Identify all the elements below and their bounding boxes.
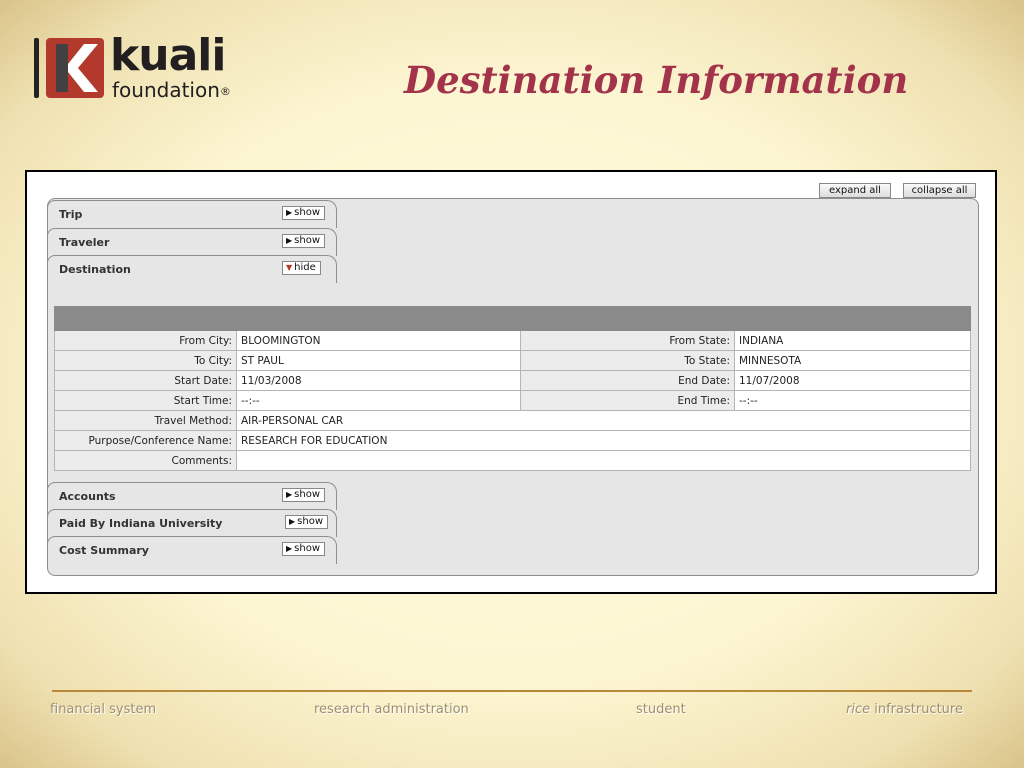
travel-method-label: Travel Method: — [54, 410, 237, 431]
end-date-label: End Date: — [520, 370, 735, 391]
triangle-down-icon: ▼ — [286, 263, 293, 272]
footer-research-administration: research administration — [314, 702, 469, 717]
start-time-label: Start Time: — [54, 390, 237, 411]
screenshot-frame: expand all collapse all Trip ▶ show Trave… — [25, 170, 997, 594]
triangle-right-icon: ▶ — [286, 208, 293, 217]
expand-all-button[interactable]: expand all — [819, 183, 891, 198]
logo-bar — [34, 38, 39, 98]
kuali-foundation-logo: kuali foundation® — [34, 30, 294, 102]
to-state-value: MINNESOTA — [734, 350, 971, 371]
from-state-value: INDIANA — [734, 330, 971, 351]
to-city-label: To City: — [54, 350, 237, 371]
logo-word-foundation: foundation® — [112, 78, 231, 102]
tab-destination: Destination ▼ hide — [47, 255, 337, 283]
destination-table-header — [54, 306, 971, 331]
table-row: To City: ST PAUL To State: MINNESOTA — [54, 350, 971, 371]
purpose-value: RESEARCH FOR EDUCATION — [236, 430, 971, 451]
accounts-show-button[interactable]: ▶ show — [282, 488, 326, 502]
tab-label-traveler: Traveler — [59, 236, 110, 249]
section-trip: Trip ▶ show — [47, 200, 979, 230]
trip-show-button[interactable]: ▶ show — [282, 206, 326, 220]
traveler-show-button[interactable]: ▶ show — [282, 234, 326, 248]
footer-financial-system: financial system — [50, 702, 157, 717]
start-date-value: 11/03/2008 — [236, 370, 521, 391]
from-state-label: From State: — [520, 330, 735, 351]
purpose-label: Purpose/Conference Name: — [54, 430, 237, 451]
tab-label-paid-by: Paid By Indiana University — [59, 517, 223, 530]
travel-method-value: AIR-PERSONAL CAR — [236, 410, 971, 431]
tab-traveler: Traveler ▶ show — [47, 228, 337, 256]
tab-accounts: Accounts ▶ show — [47, 482, 337, 510]
tab-label-destination: Destination — [59, 263, 131, 276]
table-row: From City: BLOOMINGTON From State: INDIA… — [54, 330, 971, 351]
logo-word-kuali: kuali — [110, 30, 226, 81]
from-city-label: From City: — [54, 330, 237, 351]
footer-divider — [52, 690, 972, 692]
end-time-label: End Time: — [520, 390, 735, 411]
triangle-right-icon: ▶ — [286, 544, 293, 553]
start-date-label: Start Date: — [54, 370, 237, 391]
cost-summary-show-button[interactable]: ▶ show — [282, 542, 326, 556]
from-city-value: BLOOMINGTON — [236, 330, 521, 351]
table-row: Purpose/Conference Name: RESEARCH FOR ED… — [54, 430, 971, 451]
collapse-all-button[interactable]: collapse all — [903, 183, 976, 198]
tab-trip: Trip ▶ show — [47, 200, 337, 228]
footer-student: student — [636, 702, 686, 717]
triangle-right-icon: ▶ — [289, 517, 296, 526]
destination-table: From City: BLOOMINGTON From State: INDIA… — [54, 306, 971, 471]
table-row: Start Time: --:-- End Time: --:-- — [54, 390, 971, 411]
slide-title: Destination Information — [404, 58, 909, 102]
section-cost-summary: Cost Summary ▶ show — [47, 536, 979, 566]
kuali-k-icon — [46, 38, 104, 98]
comments-label: Comments: — [54, 450, 237, 471]
end-time-value: --:-- — [734, 390, 971, 411]
tab-label-cost-summary: Cost Summary — [59, 544, 149, 557]
tab-paid-by: Paid By Indiana University ▶ show — [47, 509, 337, 537]
section-destination: Destination ▼ hide — [47, 255, 979, 285]
table-row: Start Date: 11/03/2008 End Date: 11/07/2… — [54, 370, 971, 391]
end-date-value: 11/07/2008 — [734, 370, 971, 391]
paid-by-show-button[interactable]: ▶ show — [285, 515, 329, 529]
section-traveler: Traveler ▶ show — [47, 228, 979, 258]
triangle-right-icon: ▶ — [286, 490, 293, 499]
footer-rice-infrastructure: rice infrastructure — [846, 702, 963, 717]
tab-label-accounts: Accounts — [59, 490, 116, 503]
destination-hide-button[interactable]: ▼ hide — [282, 261, 321, 275]
comments-value — [236, 450, 971, 471]
tab-label-trip: Trip — [59, 208, 83, 221]
tab-cost-summary: Cost Summary ▶ show — [47, 536, 337, 564]
section-accounts: Accounts ▶ show — [47, 482, 979, 512]
table-row: Comments: — [54, 450, 971, 471]
triangle-right-icon: ▶ — [286, 236, 293, 245]
table-row: Travel Method: AIR-PERSONAL CAR — [54, 410, 971, 431]
start-time-value: --:-- — [236, 390, 521, 411]
section-paid-by: Paid By Indiana University ▶ show — [47, 509, 979, 539]
to-city-value: ST PAUL — [236, 350, 521, 371]
to-state-label: To State: — [520, 350, 735, 371]
